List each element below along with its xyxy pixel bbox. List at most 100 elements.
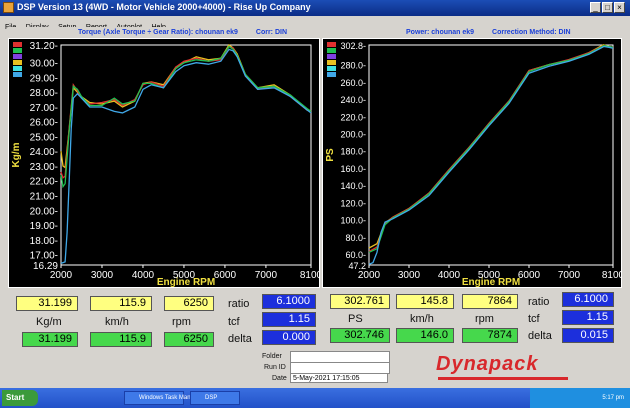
x-tick-label: 2000 <box>358 270 381 281</box>
window-titlebar: DSP Version 13 (4WD - Motor Vehicle 2000… <box>0 0 630 16</box>
delta-field-right: 0.015 <box>562 328 614 343</box>
y-tick-label: 31.20- <box>30 41 58 52</box>
torque-chart: 31.20- 30.00- 29.00- 28.00- 27.00- 26.00- 25.0… <box>11 41 323 288</box>
cur-torque-speed-field: 115.9 <box>90 332 152 347</box>
power-chart-title: Power: chounan ek9 <box>406 29 475 36</box>
menu-bar: File Display Setup Report Autoplot Help <box>0 16 630 31</box>
series-swatch[interactable] <box>327 42 336 47</box>
y-tick-label: 80.0- <box>345 233 366 243</box>
x-tick-label: 6000 <box>214 270 237 281</box>
tcf-label-left: tcf <box>228 316 240 328</box>
x-tick-label: 4000 <box>132 270 155 281</box>
y-tick-label: 28.00- <box>30 88 58 99</box>
max-torque-speed-field: 115.9 <box>90 296 152 311</box>
ratio-field-left: 6.1000 <box>262 294 316 309</box>
series-swatch[interactable] <box>327 60 336 65</box>
series-swatch[interactable] <box>327 54 336 59</box>
unit-rpm-label-right: rpm <box>475 313 494 325</box>
y-tick-label: 25.00- <box>30 132 58 143</box>
delta-field-left: 0.000 <box>262 330 316 345</box>
torque-corr-label: Corr: DIN <box>255 29 288 36</box>
series-swatch[interactable] <box>13 60 22 65</box>
unit-torque-label: Kg/m <box>36 316 62 328</box>
cur-power-rpm-field: 7874 <box>462 328 518 343</box>
y-tick-label: 27.00- <box>30 103 58 114</box>
folder-label: Folder <box>262 353 282 360</box>
tcf-label-right: tcf <box>528 313 540 325</box>
y-tick-label: 19.00- <box>30 221 58 232</box>
unit-rpm-label-left: rpm <box>172 316 191 328</box>
max-torque-field: 31.199 <box>16 296 78 311</box>
x-tick-label: 6000 <box>518 270 541 281</box>
y-tick-label: 280.0- <box>340 61 366 71</box>
torque-chart-panel: 31.20- 30.00- 29.00- 28.00- 27.00- 26.00- 25.0… <box>8 38 323 288</box>
cur-power-speed-field: 146.0 <box>396 328 454 343</box>
power-chart: 302.8- 280.0- 260.0- 240.0- 220.0- 200.0- 180.… <box>325 41 625 288</box>
app-icon <box>3 2 14 13</box>
unit-speed-label-right: km/h <box>410 313 434 325</box>
y-tick-label: 17.00- <box>30 251 58 262</box>
tcf-field-left: 1.15 <box>262 312 316 327</box>
y-tick-label: 21.00- <box>30 192 58 203</box>
cur-torque-field: 31.199 <box>22 332 78 347</box>
y-tick-label: 220.0- <box>340 112 366 122</box>
y-tick-label: 200.0- <box>340 129 366 139</box>
x-tick-label: 4000 <box>438 270 461 281</box>
plot-frame <box>60 44 312 266</box>
x-axis-label: Engine RPM <box>462 277 520 287</box>
clock: 5:17 pm <box>602 395 624 401</box>
window-title: DSP Version 13 (4WD - Motor Vehicle 2000… <box>17 2 311 12</box>
cur-torque-rpm-field: 6250 <box>164 332 214 347</box>
y-tick-label: 29.00- <box>30 73 58 84</box>
x-tick-label: 7000 <box>558 270 581 281</box>
series-line <box>60 45 312 179</box>
unit-power-label: PS <box>348 313 363 325</box>
x-tick-label: 3000 <box>91 270 114 281</box>
series-line <box>60 45 312 189</box>
series-swatch[interactable] <box>13 54 22 59</box>
torque-chart-header: Torque (Axle Torque ÷ Gear Ratio): choun… <box>8 27 320 38</box>
date-field: 5-May-2021 17:15:05 <box>290 373 388 383</box>
torque-chart-title: Torque (Axle Torque ÷ Gear Ratio): choun… <box>78 29 238 36</box>
start-button[interactable]: Start <box>2 390 38 406</box>
cur-power-field: 302.746 <box>330 328 390 343</box>
series-swatch[interactable] <box>327 66 336 71</box>
system-tray: 5:17 pm <box>530 388 630 408</box>
y-tick-label: 18.00- <box>30 236 58 247</box>
series-swatch[interactable] <box>13 42 22 47</box>
max-power-speed-field: 145.8 <box>396 294 454 309</box>
task-dsp[interactable]: DSP <box>190 391 240 405</box>
x-axis-label: Engine RPM <box>157 277 215 287</box>
series-line <box>368 44 614 249</box>
series-line <box>368 45 614 265</box>
series-swatch[interactable] <box>13 66 22 71</box>
series-swatch[interactable] <box>327 48 336 53</box>
delta-label-left: delta <box>228 333 252 345</box>
maximize-button[interactable]: □ <box>602 2 613 13</box>
x-tick-label: 8100 <box>602 270 621 281</box>
ratio-label-left: ratio <box>228 298 250 310</box>
delta-label-right: delta <box>528 330 552 342</box>
x-tick-label: 7000 <box>255 270 278 281</box>
series-swatch[interactable] <box>327 72 336 77</box>
logo-underline <box>438 377 568 380</box>
series-swatch[interactable] <box>13 48 22 53</box>
y-tick-label: 180.0- <box>340 147 366 157</box>
minimize-button[interactable]: _ <box>590 2 601 13</box>
close-button[interactable]: × <box>614 2 625 13</box>
power-chart-header: Power: chounan ek9 Correction Method: DI… <box>322 27 622 38</box>
plot-frame <box>368 44 614 266</box>
x-tick-label: 2000 <box>50 270 73 281</box>
series-line <box>368 45 614 252</box>
y-tick-label: 260.0- <box>340 78 366 88</box>
y-tick-label: 20.00- <box>30 206 58 217</box>
max-power-field: 302.761 <box>330 294 390 309</box>
tcf-field-right: 1.15 <box>562 310 614 325</box>
task-windows-task-manager[interactable]: Windows Task Manager <box>124 391 203 405</box>
ratio-label-right: ratio <box>528 296 550 308</box>
series-swatch[interactable] <box>13 72 22 77</box>
series-line <box>60 44 312 169</box>
runid-label: Run ID <box>264 364 286 371</box>
y-tick-label: 22.00- <box>30 177 58 188</box>
y-tick-label: 60.0- <box>345 250 366 260</box>
